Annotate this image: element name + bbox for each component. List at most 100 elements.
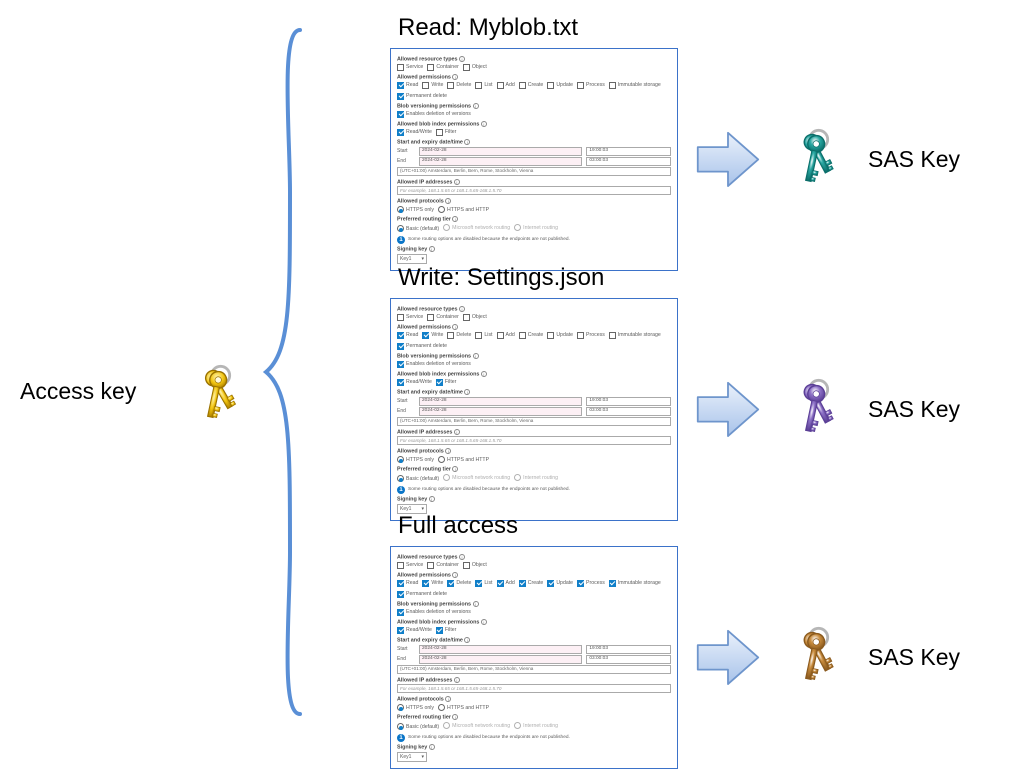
checkbox-blobindex-readwrite[interactable]: Read/Write (397, 379, 432, 386)
checkbox-blobindex-filter[interactable]: Filter (436, 379, 457, 386)
sas-config-panel-read: Allowed resource types i Service Contain… (390, 48, 678, 271)
radio-https-only[interactable]: HTTPS only (397, 206, 434, 213)
checkbox-read[interactable]: Read (397, 82, 418, 89)
checkbox-read[interactable]: Read (397, 580, 418, 587)
checkbox-permanent-delete[interactable]: Permanent delete (397, 343, 447, 350)
radio-routing-msnet[interactable]: Microsoft network routing (443, 474, 510, 481)
radio-https-and-http[interactable]: HTTPS and HTTP (438, 704, 489, 711)
radio-https-and-http[interactable]: HTTPS and HTTP (438, 456, 489, 463)
checkbox-object[interactable]: Object (463, 64, 487, 71)
ip-input[interactable]: For example, 168.1.5.65 or 168.1.5.65-16… (397, 436, 671, 445)
radio-routing-basic[interactable]: Basic (default) (397, 723, 439, 730)
timezone-select[interactable]: (UTC+01:00) Amsterdam, Berlin, Bern, Rom… (397, 665, 671, 674)
checkbox-delete[interactable]: Delete (447, 332, 471, 339)
checkbox-add[interactable]: Add (497, 82, 515, 89)
sas-key-label: SAS Key (868, 396, 960, 423)
start-time-input[interactable]: 19:00:03 (586, 147, 671, 156)
checkbox-update[interactable]: Update (547, 332, 573, 339)
checkbox-write[interactable]: Write (422, 332, 443, 339)
checkbox-immutable-storage[interactable]: Immutable storage (609, 580, 661, 587)
checkbox-service[interactable]: Service (397, 314, 423, 321)
checkbox-process[interactable]: Process (577, 580, 605, 587)
end-time-input[interactable]: 03:00:03 (586, 655, 671, 664)
end-date-input[interactable]: 2024-02-28 (419, 157, 582, 166)
radio-routing-basic[interactable]: Basic (default) (397, 475, 439, 482)
blob-versioning-label: Blob versioning permissions (397, 601, 471, 607)
checkbox-container[interactable]: Container (427, 64, 459, 71)
checkbox-add[interactable]: Add (497, 580, 515, 587)
row-title-full: Full access (398, 512, 1010, 540)
blob-index-label: Allowed blob index permissions (397, 619, 479, 625)
radio-https-only[interactable]: HTTPS only (397, 456, 434, 463)
radio-routing-internet[interactable]: Internet routing (514, 474, 558, 481)
checkbox-update[interactable]: Update (547, 82, 573, 89)
radio-routing-msnet[interactable]: Microsoft network routing (443, 722, 510, 729)
checkbox-process[interactable]: Process (577, 332, 605, 339)
row-title-read: Read: Myblob.txt (398, 14, 1010, 42)
datetime-label: Start and expiry date/time (397, 139, 463, 145)
start-time-input[interactable]: 19:00:03 (586, 645, 671, 654)
info-icon: i (473, 601, 479, 607)
checkbox-create[interactable]: Create (519, 580, 544, 587)
checkbox-create[interactable]: Create (519, 82, 544, 89)
chevron-down-icon: ▾ (421, 754, 424, 760)
checkbox-container[interactable]: Container (427, 314, 459, 321)
checkbox-blobindex-filter[interactable]: Filter (436, 129, 457, 136)
start-date-input[interactable]: 2024-02-28 (419, 645, 582, 654)
checkbox-process[interactable]: Process (577, 82, 605, 89)
checkbox-container[interactable]: Container (427, 562, 459, 569)
routing-info-text: Some routing options are disabled becaus… (408, 237, 570, 243)
ip-input[interactable]: For example, 168.1.5.65 or 168.1.5.65-16… (397, 186, 671, 195)
timezone-select[interactable]: (UTC+01:00) Amsterdam, Berlin, Bern, Rom… (397, 417, 671, 426)
checkbox-immutable-storage[interactable]: Immutable storage (609, 82, 661, 89)
checkbox-service[interactable]: Service (397, 562, 423, 569)
blob-versioning-label: Blob versioning permissions (397, 103, 471, 109)
checkbox-list[interactable]: List (475, 82, 492, 89)
radio-routing-internet[interactable]: Internet routing (514, 224, 558, 231)
start-time-input[interactable]: 19:00:03 (586, 397, 671, 406)
radio-routing-internet[interactable]: Internet routing (514, 722, 558, 729)
checkbox-list[interactable]: List (475, 332, 492, 339)
ip-input[interactable]: For example, 168.1.5.65 or 168.1.5.65-16… (397, 684, 671, 693)
checkbox-create[interactable]: Create (519, 332, 544, 339)
checkbox-object[interactable]: Object (463, 562, 487, 569)
radio-routing-msnet[interactable]: Microsoft network routing (443, 224, 510, 231)
sas-key-label: SAS Key (868, 146, 960, 173)
checkbox-delete[interactable]: Delete (447, 82, 471, 89)
info-icon: i (464, 637, 470, 643)
signing-key-select[interactable]: Key1▾ (397, 254, 427, 264)
end-time-input[interactable]: 03:00:03 (586, 157, 671, 166)
checkbox-read[interactable]: Read (397, 332, 418, 339)
checkbox-immutable-storage[interactable]: Immutable storage (609, 332, 661, 339)
radio-https-and-http[interactable]: HTTPS and HTTP (438, 206, 489, 213)
checkbox-delete[interactable]: Delete (447, 580, 471, 587)
end-date-input[interactable]: 2024-02-28 (419, 655, 582, 664)
checkbox-permanent-delete[interactable]: Permanent delete (397, 93, 447, 100)
checkbox-blobindex-readwrite[interactable]: Read/Write (397, 129, 432, 136)
blob-versioning-label: Blob versioning permissions (397, 353, 471, 359)
checkbox-object[interactable]: Object (463, 314, 487, 321)
checkbox-blobindex-filter[interactable]: Filter (436, 627, 457, 634)
checkbox-blobindex-readwrite[interactable]: Read/Write (397, 627, 432, 634)
radio-https-only[interactable]: HTTPS only (397, 704, 434, 711)
start-date-input[interactable]: 2024-02-28 (419, 147, 582, 156)
checkbox-write[interactable]: Write (422, 82, 443, 89)
checkbox-add[interactable]: Add (497, 332, 515, 339)
info-icon: i (454, 677, 460, 683)
checkbox-enable-delete-versions[interactable]: Enables deletion of versions (397, 111, 471, 118)
checkbox-list[interactable]: List (475, 580, 492, 587)
checkbox-write[interactable]: Write (422, 580, 443, 587)
timezone-select[interactable]: (UTC+01:00) Amsterdam, Berlin, Bern, Rom… (397, 167, 671, 176)
resource-types-label: Allowed resource types (397, 306, 458, 312)
end-time-input[interactable]: 03:00:03 (586, 407, 671, 416)
checkbox-enable-delete-versions[interactable]: Enables deletion of versions (397, 361, 471, 368)
checkbox-service[interactable]: Service (397, 64, 423, 71)
checkbox-permanent-delete[interactable]: Permanent delete (397, 591, 447, 598)
info-icon: i (481, 371, 487, 377)
end-date-input[interactable]: 2024-02-28 (419, 407, 582, 416)
signing-key-select[interactable]: Key1▾ (397, 752, 427, 762)
checkbox-update[interactable]: Update (547, 580, 573, 587)
start-date-input[interactable]: 2024-02-28 (419, 397, 582, 406)
checkbox-enable-delete-versions[interactable]: Enables deletion of versions (397, 609, 471, 616)
radio-routing-basic[interactable]: Basic (default) (397, 225, 439, 232)
